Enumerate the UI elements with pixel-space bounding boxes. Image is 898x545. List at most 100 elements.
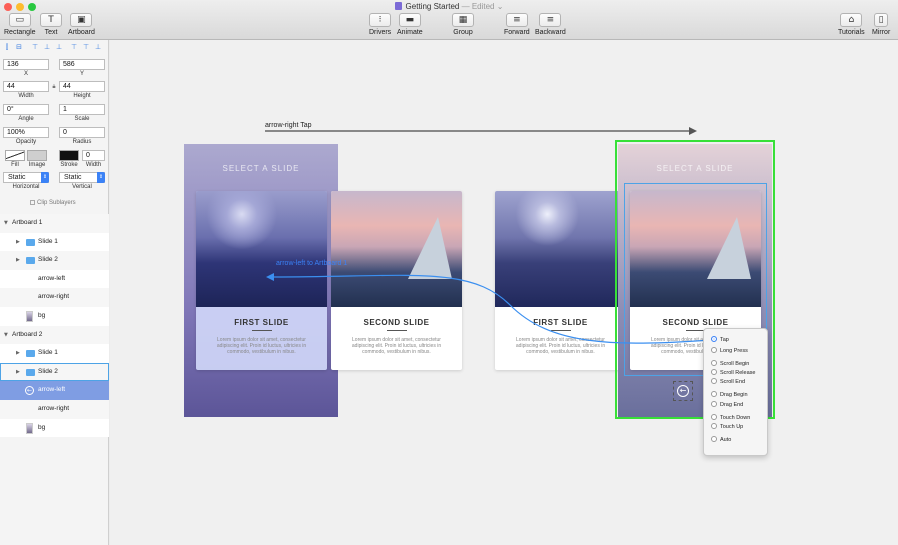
scale-field[interactable]: 1 [59, 104, 105, 115]
gesture-option[interactable]: Drag Begin [711, 391, 748, 398]
window-title: Getting Started — Edited ⌄ [0, 2, 898, 11]
mirror-button[interactable]: ▯ Mirror [872, 13, 890, 36]
stroke-width-field[interactable]: 0 [82, 150, 105, 161]
distribute-horizontal-icon[interactable]: ⊤ [70, 43, 78, 51]
gesture-option[interactable]: Auto [711, 436, 731, 443]
gesture-option[interactable]: Scroll Begin [711, 360, 749, 367]
gesture-option[interactable]: Touch Down [711, 414, 750, 421]
disclosure-triangle-icon[interactable]: ▼ [4, 326, 8, 345]
align-bottom-icon[interactable]: ⊥ [55, 43, 63, 51]
layer-label: arrow-right [38, 404, 70, 412]
scale-label: Scale [74, 116, 90, 122]
drivers-icon: ⁝ [369, 13, 392, 27]
gesture-option[interactable]: Drag End [711, 401, 743, 408]
disclosure-triangle-icon[interactable]: ▶ [16, 233, 20, 252]
radio-icon [711, 391, 717, 397]
selected-arrow-left[interactable]: ← [673, 381, 693, 401]
layer-row[interactable]: ▼ Artboard 1 [0, 214, 109, 233]
x-label: X [23, 71, 28, 77]
image-swatch[interactable] [27, 150, 47, 161]
radius-field[interactable]: 0 [59, 127, 105, 138]
vertical-constraint-select[interactable]: Static ⇕ [59, 172, 105, 183]
animate-button[interactable]: ▬ Animate [397, 13, 423, 36]
radio-icon [711, 347, 717, 353]
stroke-swatch[interactable] [59, 150, 79, 161]
layer-row[interactable]: ▼ Artboard 2 [0, 325, 109, 345]
rectangle-tool-button[interactable]: ▭ Rectangle [4, 13, 36, 36]
layer-label: arrow-right [38, 293, 70, 301]
animate-icon: ▬ [398, 13, 421, 27]
text-label: Text [44, 29, 58, 36]
artboard-label: Artboard [68, 29, 95, 36]
folder-icon [26, 257, 35, 265]
y-field[interactable]: 586 [59, 59, 105, 70]
layer-label: Slide 1 [38, 237, 58, 245]
layer-label: Artboard 1 [12, 219, 43, 226]
disclosure-triangle-icon[interactable]: ▼ [4, 214, 8, 233]
distribute-vertical-icon[interactable]: ⊤ [82, 43, 90, 51]
gesture-option-label: Drag End [720, 402, 744, 408]
arrow-left-icon: ← [677, 385, 689, 397]
gesture-option[interactable]: Touch Up [711, 423, 743, 430]
opacity-field[interactable]: 100% [3, 127, 49, 138]
gesture-option[interactable]: Scroll End [711, 378, 745, 385]
align-left-icon[interactable]: ⫿ [3, 43, 11, 51]
folder-icon [26, 238, 35, 246]
tutorials-button[interactable]: ⌂ Tutorials [838, 13, 865, 36]
artboard-icon: ▣ [70, 13, 93, 27]
image-thumbnail-icon [26, 422, 33, 434]
align-top-icon[interactable]: ⊤ [31, 43, 39, 51]
lock-ratio-icon[interactable]: 🔒︎ [49, 83, 59, 91]
layer-label: bg [38, 423, 46, 431]
layers-panel: ▼ Artboard 1 ▶ Slide 1 ▶ Slide 2 arrow-left arr… [0, 214, 109, 438]
title-bar: Getting Started — Edited ⌄ ▭ Rectangle TT… [0, 0, 898, 40]
canvas[interactable]: arrow-right Tap SELECT A SLIDE FIRST SLI… [110, 40, 898, 545]
drivers-button[interactable]: ⁝ Drivers [369, 13, 391, 36]
gesture-option-label: Touch Down [720, 415, 751, 421]
folder-icon [26, 368, 35, 376]
text-tool-button[interactable]: T Text [40, 13, 62, 36]
connection-line [266, 273, 713, 344]
gesture-option[interactable]: Scroll Release [711, 369, 755, 376]
backward-button[interactable]: ≡ Backward [535, 13, 566, 36]
disclosure-triangle-icon[interactable]: ▶ [16, 251, 20, 270]
disclosure-triangle-icon[interactable]: ▶ [16, 344, 20, 363]
forward-button[interactable]: ≡ Forward [504, 13, 530, 36]
document-name: Getting Started [405, 2, 460, 11]
gesture-option-label: Touch Up [720, 424, 744, 430]
distribute-spacing-icon[interactable]: ⊥ [94, 43, 102, 51]
align-center-icon[interactable]: ⊟ [15, 43, 23, 51]
phone-icon: ▯ [874, 13, 889, 27]
clip-sublayers-checkbox[interactable]: Clip Sublayers [30, 200, 76, 206]
layer-row[interactable]: ▶ Slide 1 [0, 232, 109, 252]
radio-icon [711, 401, 717, 407]
group-button[interactable]: ▦ Group [452, 13, 474, 36]
interaction-arrow [265, 127, 697, 135]
layer-row[interactable]: ▶ Slide 2 [0, 251, 109, 270]
fill-swatch[interactable] [5, 150, 25, 161]
vertical-label: Vertical [72, 184, 92, 190]
gesture-menu[interactable]: Tap Long Press Scroll Begin Scroll Release S… [703, 328, 768, 456]
horizontal-constraint-select[interactable]: Static ⇕ [3, 172, 49, 183]
width-field[interactable]: 44 [3, 81, 49, 92]
layer-row[interactable]: bg [0, 418, 109, 438]
layer-row[interactable]: ▶ Slide 1 [0, 344, 109, 363]
layer-row[interactable]: ▶ Slide 2 [0, 362, 109, 382]
gesture-option[interactable]: Tap [711, 336, 729, 343]
layer-row[interactable]: arrow-left [0, 269, 109, 289]
title-menu-chevron-icon[interactable]: ⌄ [497, 2, 504, 11]
layer-row[interactable]: arrow-right [0, 288, 109, 307]
artboard-tool-button[interactable]: ▣ Artboard [68, 13, 95, 36]
x-field[interactable]: 136 [3, 59, 49, 70]
angle-field[interactable]: 0° [3, 104, 49, 115]
height-field[interactable]: 44 [59, 81, 105, 92]
connection-label[interactable]: arrow-left to Artboard 1 [276, 260, 347, 267]
layer-row[interactable]: arrow-right [0, 399, 109, 419]
gesture-option[interactable]: Long Press [711, 347, 748, 354]
layer-row[interactable]: ← arrow-left [0, 381, 109, 400]
disclosure-triangle-icon[interactable]: ▶ [16, 363, 20, 382]
layer-row[interactable]: bg [0, 306, 109, 326]
radio-icon [711, 423, 717, 429]
align-middle-icon[interactable]: ⊥ [43, 43, 51, 51]
mirror-label: Mirror [872, 29, 891, 36]
